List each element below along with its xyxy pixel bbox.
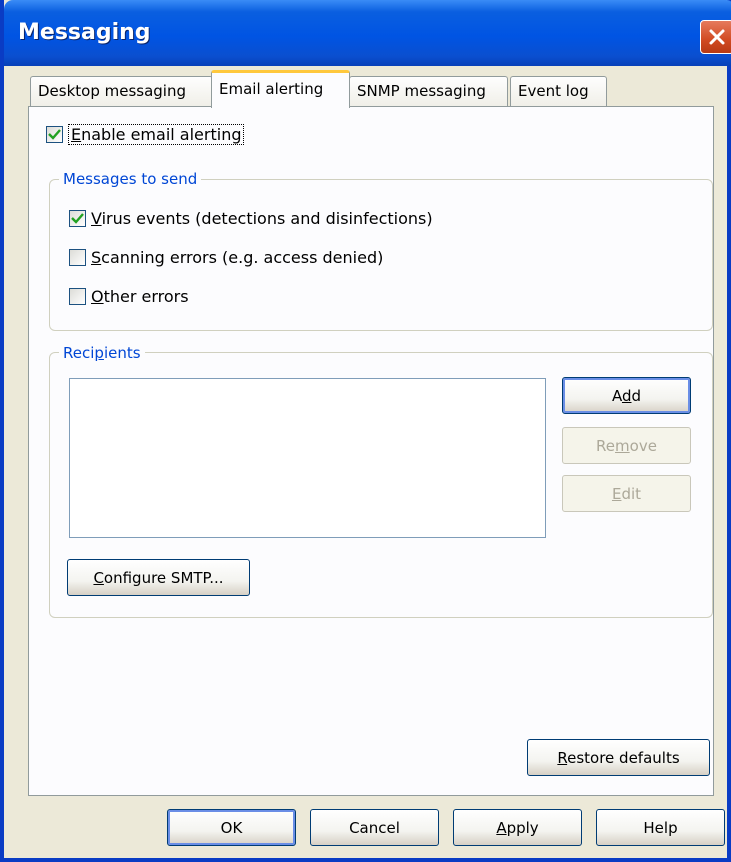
recipients-label: Recipients [59, 344, 145, 362]
help-button[interactable]: Help [596, 809, 725, 846]
virus-events-label: Virus events (detections and disinfectio… [91, 209, 433, 228]
ok-button[interactable]: OK [167, 809, 296, 846]
checkbox-box[interactable] [69, 288, 86, 305]
add-button-label: Add [611, 386, 642, 405]
title-bar[interactable]: Messaging [4, 0, 731, 66]
restore-defaults-label: Restore defaults [557, 748, 680, 767]
remove-button-label: Remove [596, 436, 657, 455]
checkbox-box[interactable] [69, 210, 86, 227]
close-icon [709, 29, 725, 45]
scanning-errors-label: Scanning errors (e.g. access denied) [91, 248, 384, 267]
email-alerting-panel: Enable email alerting Messages to send V… [28, 106, 714, 796]
other-errors-checkbox[interactable]: Other errors [69, 287, 189, 306]
ok-button-label: OK [220, 818, 243, 837]
apply-button-label: Apply [496, 818, 539, 837]
other-errors-label: Other errors [91, 287, 189, 306]
check-icon [71, 213, 84, 224]
cancel-button[interactable]: Cancel [310, 809, 439, 846]
recipients-list[interactable] [69, 378, 546, 538]
tab-desktop-messaging[interactable]: Desktop messaging [30, 76, 213, 106]
scanning-errors-checkbox[interactable]: Scanning errors (e.g. access denied) [69, 248, 383, 267]
help-button-label: Help [643, 818, 678, 837]
enable-email-alerting-label: Enable email alerting [68, 124, 245, 145]
remove-button[interactable]: Remove [562, 427, 691, 464]
enable-email-alerting-checkbox[interactable]: Enable email alerting [46, 124, 245, 145]
close-button[interactable] [700, 20, 731, 54]
edit-button-label: Edit [611, 484, 642, 503]
add-button[interactable]: Add [562, 377, 691, 414]
tab-event-log[interactable]: Event log [510, 76, 607, 106]
edit-button[interactable]: Edit [562, 475, 691, 512]
virus-events-checkbox[interactable]: Virus events (detections and disinfectio… [69, 209, 433, 228]
restore-defaults-button[interactable]: Restore defaults [527, 739, 710, 776]
apply-button[interactable]: Apply [453, 809, 582, 846]
tab-label: Event log [518, 82, 589, 100]
tab-label: Desktop messaging [38, 82, 187, 100]
check-icon [48, 129, 61, 140]
cancel-button-label: Cancel [349, 818, 400, 837]
messaging-dialog: Messaging Desktop messaging Email alerti… [0, 0, 731, 862]
tab-email-alerting[interactable]: Email alerting [211, 70, 350, 108]
checkbox-box[interactable] [46, 126, 63, 143]
window-title: Messaging [18, 20, 151, 45]
tab-label: Email alerting [219, 80, 324, 98]
tab-snmp-messaging[interactable]: SNMP messaging [349, 76, 508, 106]
checkbox-box[interactable] [69, 249, 86, 266]
messages-to-send-label: Messages to send [59, 170, 202, 188]
configure-smtp-label: Configure SMTP... [93, 568, 224, 587]
configure-smtp-button[interactable]: Configure SMTP... [67, 559, 250, 596]
tab-label: SNMP messaging [357, 82, 486, 100]
